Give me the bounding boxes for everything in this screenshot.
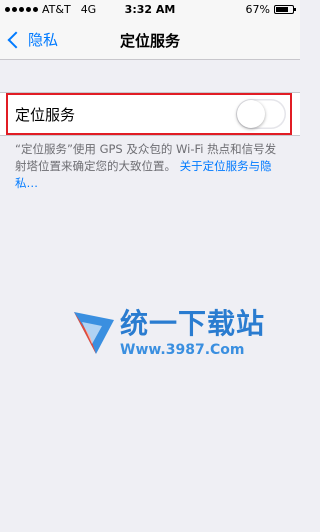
- watermark-logo-icon: [74, 312, 114, 354]
- status-right: 67%: [245, 3, 296, 16]
- navigation-bar: 隐私 定位服务: [0, 20, 300, 60]
- watermark-url: Www.3987.Com: [120, 342, 245, 358]
- location-services-row: 定位服务: [0, 92, 300, 136]
- battery-percent: 67%: [245, 3, 270, 16]
- page-title: 定位服务: [119, 32, 180, 50]
- watermark: 统一下载站 Www.3987.Com: [72, 300, 266, 370]
- location-services-label: 定位服务: [15, 106, 76, 124]
- battery-icon: [274, 5, 296, 14]
- status-bar: AT&T 4G 3:32 AM 67%: [0, 0, 300, 20]
- toggle-knob: [237, 100, 265, 128]
- location-services-toggle[interactable]: [236, 99, 286, 129]
- location-services-description: “定位服务”使用 GPS 及众包的 Wi-Fi 热点和信号发射塔位置来确定您的大…: [15, 141, 287, 192]
- watermark-title: 统一下载站: [120, 307, 266, 340]
